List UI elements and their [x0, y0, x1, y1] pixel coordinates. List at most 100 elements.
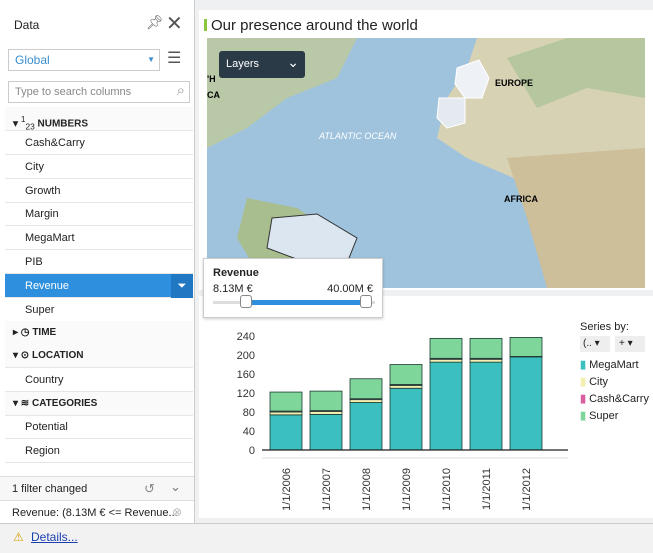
- y-tick-label: 80: [243, 407, 255, 419]
- bar-chart-icon: ▮: [580, 393, 587, 405]
- series-dropdown[interactable]: (.. ▾: [580, 336, 610, 352]
- africa-label: AFRICA: [504, 194, 538, 204]
- section-time[interactable]: ▸ ◷ TIME: [5, 321, 193, 345]
- range-handle-min[interactable]: [240, 295, 252, 308]
- y-tick-label: 0: [249, 445, 255, 457]
- column-item-selected[interactable]: Revenue ⏷: [5, 274, 193, 298]
- bar-chart-icon: ▮: [580, 376, 587, 388]
- bar-segment-super: [389, 364, 423, 385]
- column-item[interactable]: City: [5, 155, 193, 179]
- filter-status: 1 filter changed: [12, 483, 88, 495]
- na-label-2: CA: [207, 90, 220, 100]
- bar-chart-icon: ▮: [580, 410, 587, 422]
- column-item[interactable]: PIB: [5, 250, 193, 274]
- popup-title: Revenue: [213, 267, 259, 279]
- layers-label: Layers: [226, 58, 260, 70]
- add-series-dropdown[interactable]: + ▾: [615, 336, 645, 352]
- bar-segment-megamart: [469, 361, 503, 451]
- menu-icon[interactable]: ☰: [167, 48, 181, 68]
- range-handle-max[interactable]: [360, 295, 372, 308]
- layers-dropdown[interactable]: Layers ⌄: [219, 51, 305, 78]
- bar-segment-megamart: [389, 387, 423, 451]
- column-item[interactable]: Growth: [5, 179, 193, 203]
- remove-filter-icon[interactable]: ⊗: [172, 505, 182, 519]
- column-item[interactable]: Margin: [5, 202, 193, 226]
- y-tick-label: 200: [237, 350, 255, 362]
- dropdown-value: (..: [583, 338, 592, 349]
- column-item[interactable]: Region: [5, 439, 193, 463]
- legend-item[interactable]: ▮ City: [580, 375, 649, 392]
- warning-icon: ⚠: [13, 530, 24, 544]
- column-item[interactable]: Cash&Carry: [5, 131, 193, 155]
- close-icon[interactable]: ✕: [166, 11, 183, 36]
- bar-segment-megamart: [349, 402, 383, 451]
- europe-label: EUROPE: [495, 78, 533, 88]
- y-tick-label: 240: [237, 331, 255, 343]
- column-item[interactable]: Country: [5, 368, 193, 392]
- chart-card: 0 40 80 120 160 200 240 1/1/2006 1/1/2007 1/1/200…: [199, 296, 653, 518]
- section-label: NUMBERS: [37, 118, 89, 130]
- dataset-value: Global: [15, 53, 50, 67]
- dataset-select[interactable]: Global ▼: [8, 49, 160, 71]
- bar-segment-megamart: [429, 361, 463, 451]
- bar-segment-city: [269, 411, 303, 416]
- details-bar: ⚠ Details...: [0, 523, 653, 553]
- bar-segment-super: [269, 391, 303, 412]
- column-item[interactable]: MegaMart: [5, 226, 193, 250]
- chevron-down-icon: ⌄: [287, 54, 299, 70]
- filter-icon[interactable]: ⏷: [171, 274, 193, 298]
- ocean-label: ATLANTIC OCEAN: [318, 131, 397, 141]
- bar-segment-super: [469, 337, 503, 359]
- y-tick-label: 160: [237, 369, 255, 381]
- range-max: 40.00M €: [327, 283, 373, 295]
- column-item[interactable]: Super: [5, 298, 193, 322]
- search-placeholder: Type to search columns: [15, 86, 132, 98]
- map-title: Our presence around the world: [211, 17, 418, 34]
- bar-segment-city: [309, 411, 343, 415]
- legend: ▮ MegaMart ▮ City ▮ Cash&Carry ▮ Super: [580, 358, 649, 426]
- legend-item[interactable]: ▮ MegaMart: [580, 358, 649, 375]
- chevron-down-icon: ▼: [147, 55, 155, 64]
- reset-icon[interactable]: ↺: [144, 481, 155, 497]
- filter-description: Revenue: (8.13M € <= Revenue... ⊗: [0, 500, 194, 523]
- bar-segment-megamart: [509, 356, 543, 451]
- data-panel: Data 📌︎ ✕ Global ▼ ☰ Type to search colum…: [0, 0, 195, 523]
- section-label: TIME: [32, 327, 57, 338]
- section-numbers[interactable]: ▾ 123 NUMBERS: [5, 107, 193, 131]
- legend-item[interactable]: ▮ Cash&Carry: [580, 392, 649, 409]
- section-location[interactable]: ▾ ⊙ LOCATION: [5, 344, 193, 368]
- column-item[interactable]: Potential: [5, 415, 193, 439]
- legend-item[interactable]: ▮ Super: [580, 409, 649, 426]
- bar-segment-super: [429, 337, 463, 359]
- revenue-filter-popup: Revenue 8.13M € 40.00M €: [203, 258, 383, 318]
- legend-label: MegaMart: [589, 359, 639, 371]
- filter-status-bar: 1 filter changed ↺ ⌄: [0, 476, 194, 500]
- title-accent: [204, 19, 207, 31]
- bar-segment-city: [429, 358, 463, 363]
- bar-segment-city: [389, 385, 423, 389]
- section-categories[interactable]: ▾ ≋ CATEGORIES: [5, 392, 193, 416]
- bar-segment-city: [349, 399, 383, 403]
- x-tick-label: 1/1/2010: [441, 468, 453, 511]
- section-label: LOCATION: [31, 350, 84, 361]
- pin-icon[interactable]: 📌︎: [146, 14, 164, 31]
- y-tick-label: 40: [243, 426, 255, 438]
- na-label-1: 'H: [207, 74, 216, 84]
- details-link[interactable]: Details...: [31, 530, 78, 544]
- bar-segment-megamart: [269, 414, 303, 451]
- search-input[interactable]: Type to search columns ⌕: [8, 81, 190, 103]
- bar-segment-megamart: [309, 413, 343, 451]
- y-tick-label: 120: [237, 388, 255, 400]
- bar-segment-city: [469, 358, 503, 363]
- bar-chart: 0 40 80 120 160 200 240 1/1/2006 1/1/2007 1/1/200…: [237, 331, 568, 511]
- x-tick-label: 1/1/2008: [361, 468, 373, 511]
- legend-title: Series by:: [580, 321, 629, 333]
- column-label: Revenue: [25, 280, 70, 292]
- section-label: CATEGORIES: [31, 398, 98, 409]
- bar-segment-super: [509, 337, 543, 357]
- range-min: 8.13M €: [213, 283, 253, 295]
- filter-text: Revenue: (8.13M € <= Revenue...: [12, 507, 178, 519]
- chevron-down-icon[interactable]: ⌄: [170, 479, 181, 495]
- search-icon: ⌕: [176, 82, 185, 99]
- legend-label: Cash&Carry: [589, 393, 649, 405]
